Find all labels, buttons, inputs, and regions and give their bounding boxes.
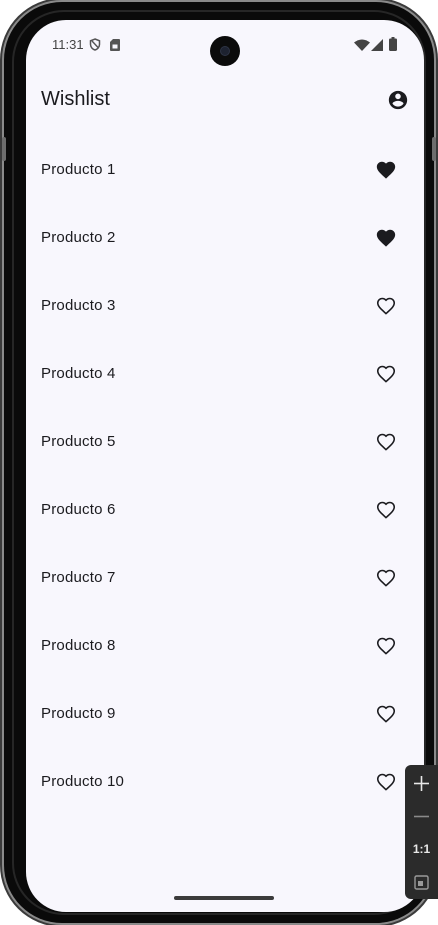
product-label: Producto 1 [41,161,116,178]
plus-icon [414,776,429,791]
heart-outline-icon[interactable] [375,295,397,317]
status-bar: 11:31 [26,20,424,72]
page-title: Wishlist [41,88,110,110]
heart-filled-icon[interactable] [375,227,397,249]
product-label: Producto 5 [41,433,116,450]
heart-outline-icon[interactable] [375,771,397,793]
product-label: Producto 10 [41,773,125,790]
list-item[interactable]: Producto 9 [26,680,424,748]
front-camera [210,36,240,66]
product-label: Producto 4 [41,365,116,382]
cellular-signal-icon [371,39,383,51]
fit-screen-icon [414,875,429,890]
wifi-icon [354,39,370,51]
wishlist-list: Producto 1 Producto 2 Producto 3 Producto 4… [26,136,424,816]
heart-outline-icon[interactable] [375,703,397,725]
list-item[interactable]: Producto 3 [26,272,424,340]
status-time: 11:31 [52,37,84,52]
minus-icon [414,815,429,818]
shield-icon [89,38,101,51]
list-item[interactable]: Producto 4 [26,340,424,408]
product-label: Producto 8 [41,637,116,654]
side-button [2,137,6,161]
heart-outline-icon[interactable] [375,635,397,657]
list-item[interactable]: Producto 8 [26,612,424,680]
zoom-out-button[interactable] [405,800,438,833]
list-item[interactable]: Producto 5 [26,408,424,476]
side-button [432,137,436,161]
product-label: Producto 9 [41,705,116,722]
list-item[interactable]: Producto 7 [26,544,424,612]
product-label: Producto 2 [41,229,116,246]
top-app-bar: Wishlist [26,78,424,122]
app-screen: 11:31 Wishlist Producto 1 Producto 2 Pro… [26,20,424,912]
product-label: Producto 3 [41,297,116,314]
product-label: Producto 6 [41,501,116,518]
zoom-actual-size-button[interactable]: 1:1 [405,833,438,866]
heart-outline-icon[interactable] [375,363,397,385]
home-indicator[interactable] [174,896,274,900]
sim-card-icon [110,39,120,51]
list-item[interactable]: Producto 1 [26,136,424,204]
zoom-fit-button[interactable] [405,866,438,899]
heart-filled-icon[interactable] [375,159,397,181]
battery-icon [389,37,397,51]
device-frame: 11:31 Wishlist Producto 1 Producto 2 Pro… [2,2,436,923]
account-circle-icon[interactable] [387,89,409,111]
heart-outline-icon[interactable] [375,499,397,521]
list-item[interactable]: Producto 2 [26,204,424,272]
emulator-zoom-panel: 1:1 [405,765,438,899]
heart-outline-icon[interactable] [375,431,397,453]
list-item[interactable]: Producto 10 [26,748,424,816]
product-label: Producto 7 [41,569,116,586]
heart-outline-icon[interactable] [375,567,397,589]
zoom-in-button[interactable] [405,767,438,800]
list-item[interactable]: Producto 6 [26,476,424,544]
